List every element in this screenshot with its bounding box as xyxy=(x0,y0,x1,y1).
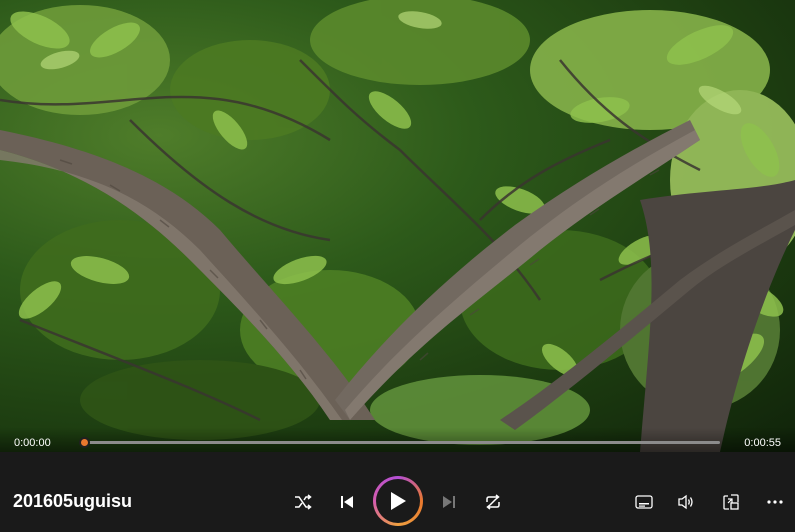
play-button-inner xyxy=(376,479,420,523)
volume-icon xyxy=(678,494,693,510)
play-button[interactable] xyxy=(373,476,423,526)
volume-button[interactable] xyxy=(674,489,700,515)
shuffle-icon xyxy=(295,494,312,510)
more-options-icon xyxy=(767,500,783,504)
next-button[interactable] xyxy=(436,489,462,515)
shuffle-button[interactable] xyxy=(290,489,316,515)
video-image xyxy=(0,0,795,452)
video-frame[interactable] xyxy=(0,0,795,452)
repeat-button[interactable] xyxy=(480,489,506,515)
miniplayer-icon xyxy=(723,494,739,510)
previous-button[interactable] xyxy=(334,489,360,515)
skip-next-icon xyxy=(443,496,455,508)
captions-button[interactable] xyxy=(631,489,657,515)
play-icon xyxy=(391,492,406,510)
repeat-icon xyxy=(486,494,500,510)
miniplayer-button[interactable] xyxy=(718,489,744,515)
skip-previous-icon xyxy=(341,496,353,508)
seek-track[interactable] xyxy=(84,441,720,444)
seek-thumb[interactable] xyxy=(78,437,90,448)
media-title: 201605uguisu xyxy=(13,491,133,511)
more-options-button[interactable] xyxy=(762,489,788,515)
duration: 0:00:55 xyxy=(744,437,781,449)
captions-icon xyxy=(635,495,653,509)
current-time: 0:00:00 xyxy=(14,437,51,449)
